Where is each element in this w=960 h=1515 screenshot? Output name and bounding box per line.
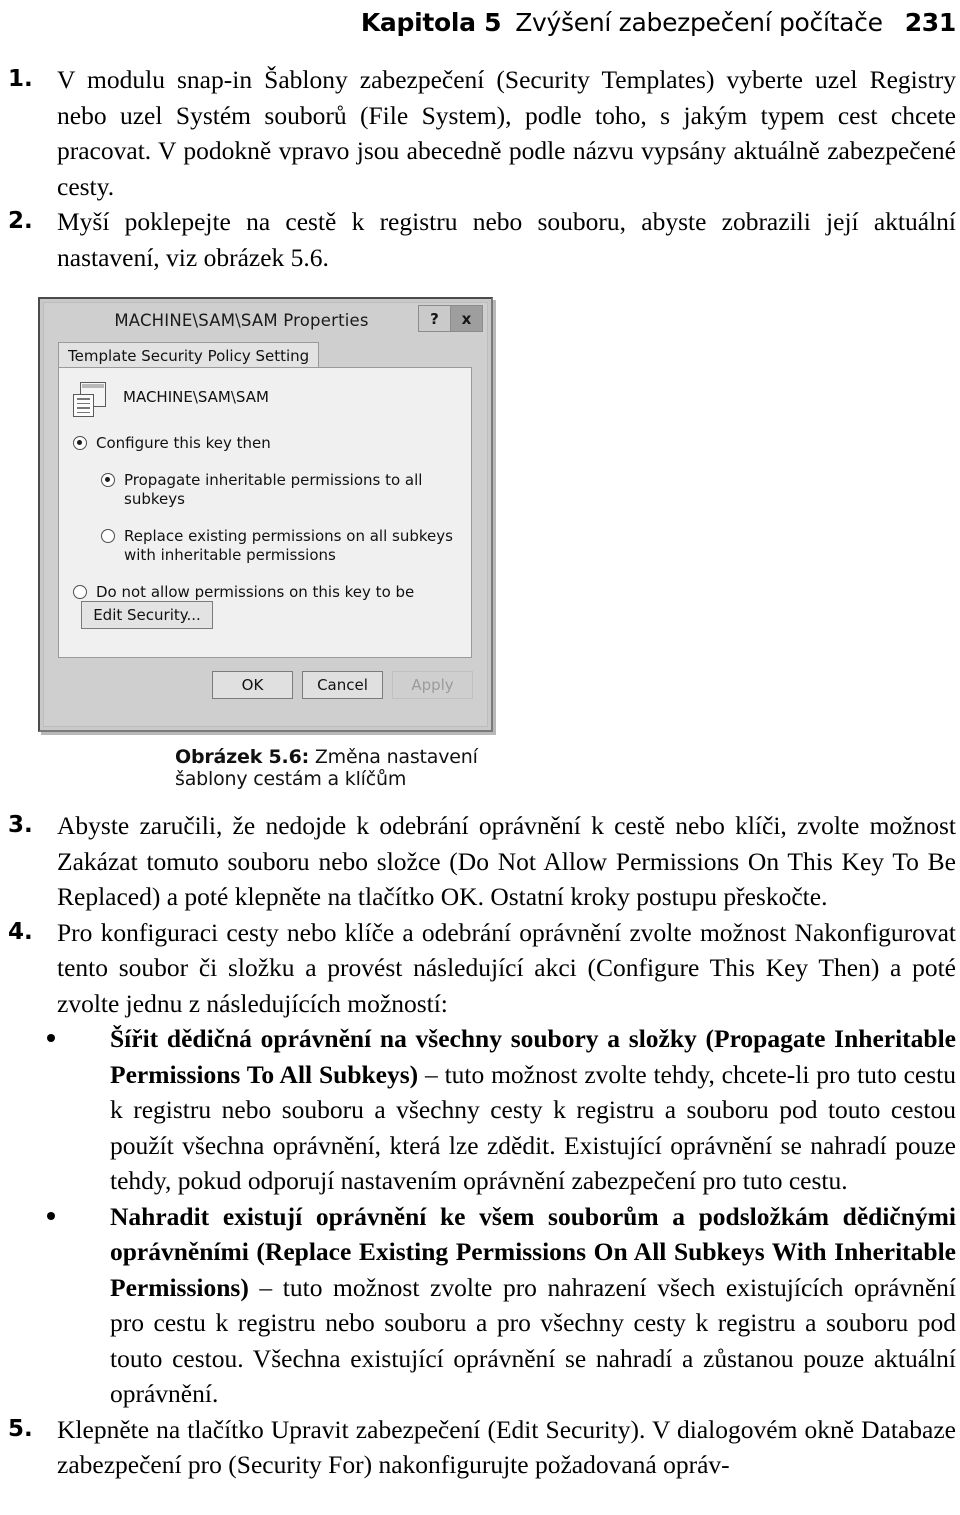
dialog-panel: MACHINE\SAM\SAM Configure this key then …	[58, 367, 472, 658]
figure-caption: Obrázek 5.6: Změna nastavení šablony ces…	[175, 746, 493, 790]
permission-options-group: Configure this key then Propagate inheri…	[59, 434, 471, 621]
page-content: 1. V modulu snap-in Šablony zabezpečení …	[0, 62, 960, 1483]
properties-dialog: MACHINE\SAM\SAM Properties ? x Template …	[38, 297, 493, 732]
procedure-steps: 1. V modulu snap-in Šablony zabezpečení …	[0, 62, 960, 275]
step-number: 2.	[8, 208, 33, 234]
step-item: 1. V modulu snap-in Šablony zabezpečení …	[0, 62, 960, 204]
ok-button[interactable]: OK	[212, 671, 293, 699]
step-item: 3. Abyste zaručili, že nedojde k odebrán…	[0, 808, 960, 915]
bullet-icon	[47, 1211, 55, 1220]
dialog-button-bar: OK Cancel Apply	[58, 667, 473, 703]
registry-key-icon	[73, 382, 107, 418]
running-head-chapter: Kapitola 5	[360, 8, 502, 37]
option-replace-existing-permissions[interactable]: Replace existing permissions on all subk…	[101, 527, 471, 565]
step-item: 5. Klepněte na tlačítko Upravit zabezpeč…	[0, 1412, 960, 1483]
figure-caption-label: Obrázek 5.6:	[175, 746, 309, 768]
step-text: Klepněte na tlačítko Upravit zabezpečení…	[57, 1414, 956, 1480]
step-number: 1.	[8, 66, 33, 92]
option-bullet-list: Šířit dědičná oprávnění na všechny soubo…	[0, 1021, 960, 1412]
figure-5-6: MACHINE\SAM\SAM Properties ? x Template …	[38, 297, 493, 790]
help-icon[interactable]: ?	[418, 305, 451, 332]
close-icon[interactable]: x	[450, 305, 483, 332]
window-buttons: ? x	[418, 305, 483, 332]
option-label: Configure this key then	[96, 434, 271, 452]
step-text: Pro konfiguraci cesty nebo klíče a odebr…	[57, 917, 956, 1018]
running-head: Kapitola 5 Zvýšení zabezpečení počítače …	[0, 8, 960, 50]
radio-icon[interactable]	[73, 436, 87, 450]
step-number: 3.	[8, 812, 33, 838]
procedure-steps-continued: 3. Abyste zaručili, že nedojde k odebrán…	[0, 808, 960, 1021]
bullet-icon	[47, 1034, 55, 1042]
radio-icon[interactable]	[101, 473, 115, 487]
cancel-button[interactable]: Cancel	[302, 671, 383, 699]
step-text: V modulu snap-in Šablony zabezpečení (Se…	[57, 65, 956, 201]
dialog-title: MACHINE\SAM\SAM Properties	[114, 310, 369, 330]
edit-security-button[interactable]: Edit Security...	[81, 601, 213, 629]
list-item: Nahradit existují oprávnění ke všem soub…	[0, 1199, 960, 1412]
apply-button: Apply	[392, 671, 473, 699]
step-number: 4.	[8, 918, 33, 945]
option-label: Replace existing permissions on all subk…	[124, 527, 453, 564]
resource-path-label: MACHINE\SAM\SAM	[123, 388, 269, 406]
page-number: 231	[904, 8, 957, 37]
option-configure-this-key-then[interactable]: Configure this key then	[73, 434, 471, 453]
radio-icon[interactable]	[101, 529, 115, 543]
step-text: Myší poklepejte na cestě k registru nebo…	[57, 207, 956, 272]
running-head-title: Zvýšení zabezpečení počítače	[515, 8, 883, 37]
option-label: Propagate inheritable permissions to all…	[124, 471, 423, 508]
step-item: 2. Myší poklepejte na cestě k registru n…	[0, 204, 960, 275]
resource-row: MACHINE\SAM\SAM	[73, 382, 471, 418]
list-item: Šířit dědičná oprávnění na všechny soubo…	[0, 1021, 960, 1199]
procedure-steps-final: 5. Klepněte na tlačítko Upravit zabezpeč…	[0, 1412, 960, 1483]
dialog-tabstrip: Template Security Policy Setting	[58, 341, 472, 369]
step-text: Abyste zaručili, že nedojde k odebrání o…	[57, 811, 956, 911]
tab-template-security-policy-setting[interactable]: Template Security Policy Setting	[58, 342, 320, 369]
step-item: 4. Pro konfiguraci cesty nebo klíče a od…	[0, 915, 960, 1022]
radio-icon[interactable]	[73, 585, 87, 599]
option-propagate-inheritable-permissions[interactable]: Propagate inheritable permissions to all…	[101, 471, 471, 509]
dialog-titlebar: MACHINE\SAM\SAM Properties ? x	[44, 303, 487, 337]
step-number: 5.	[8, 1415, 33, 1442]
dialog-inner-frame: MACHINE\SAM\SAM Properties ? x Template …	[43, 302, 488, 727]
